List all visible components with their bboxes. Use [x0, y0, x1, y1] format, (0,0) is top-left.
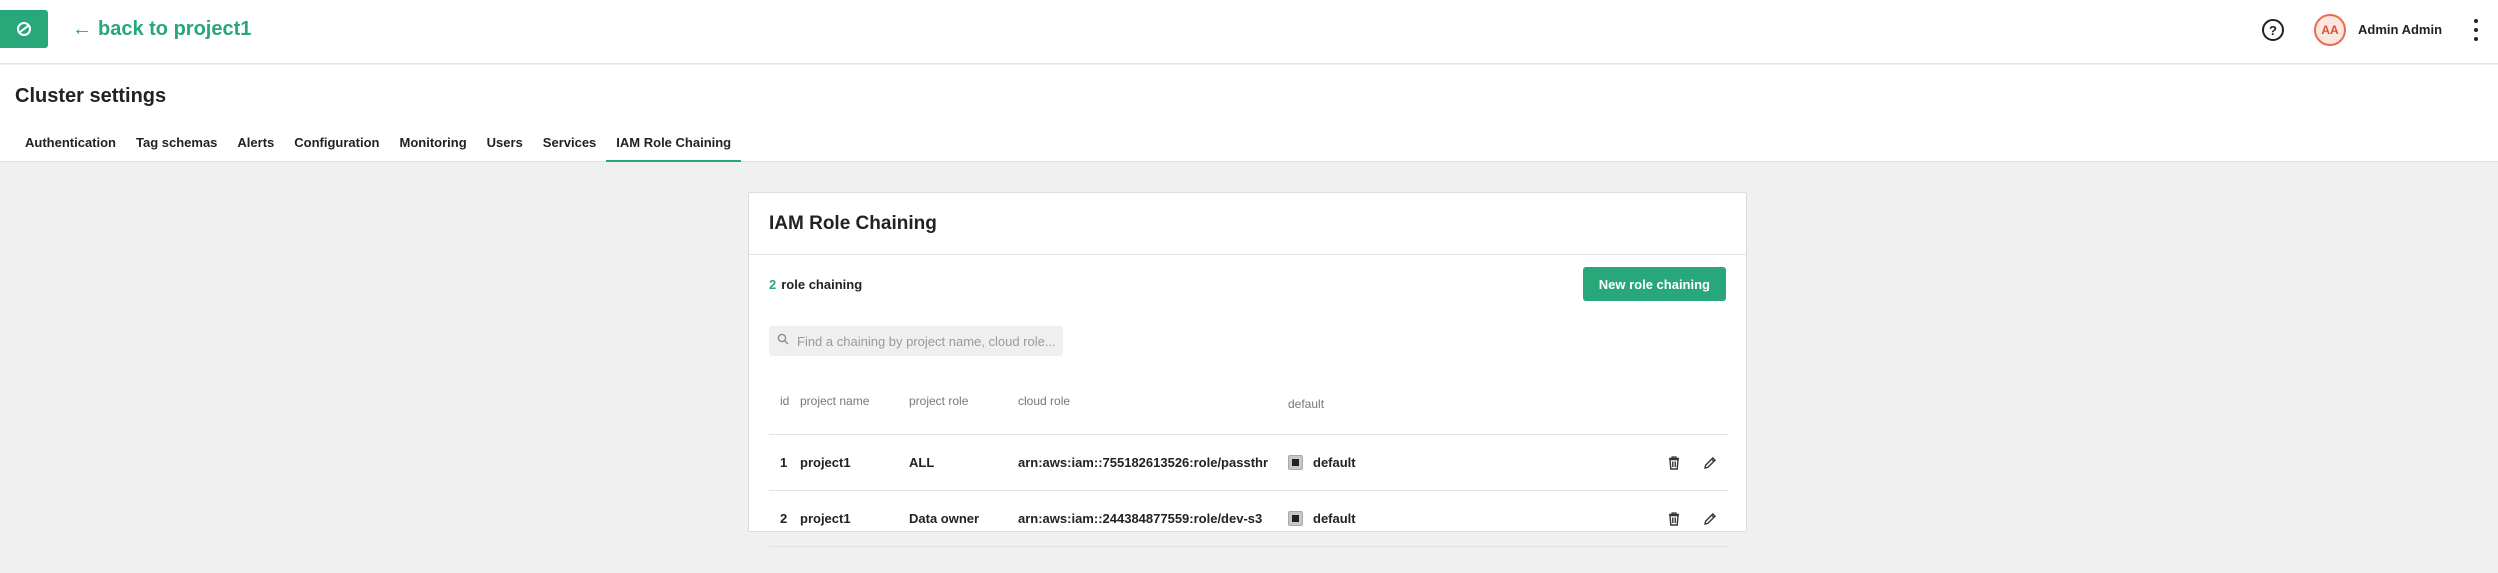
avatar[interactable]: AA — [2314, 14, 2346, 46]
kebab-menu-icon[interactable] — [2470, 16, 2482, 44]
cell-cloud-role: arn:aws:iam::244384877559:role/dev-s3 — [1018, 511, 1263, 526]
cell-project-role: Data owner — [909, 511, 980, 526]
search-box — [769, 326, 1063, 356]
column-header-id[interactable]: id — [769, 394, 800, 414]
back-arrow-icon: ← — [72, 18, 92, 40]
page-title: Cluster settings — [15, 85, 167, 107]
table-header: id project name project role cloud role … — [769, 394, 1728, 435]
default-label: default — [1313, 455, 1356, 470]
tab-tag-schemas[interactable]: Tag schemas — [126, 123, 227, 162]
tab-alerts[interactable]: Alerts — [227, 123, 284, 162]
cell-default: default — [1288, 455, 1648, 470]
row-actions — [1648, 511, 1728, 527]
role-chaining-count: 2 role chaining — [769, 277, 862, 292]
back-to-project-link[interactable]: ← back to project1 — [72, 16, 251, 42]
cell-project-role: ALL — [909, 455, 935, 470]
user-name[interactable]: Admin Admin — [2358, 22, 2442, 37]
cell-id: 1 — [780, 455, 788, 470]
cell-id: 2 — [780, 511, 788, 526]
default-checkbox[interactable] — [1288, 455, 1303, 470]
back-link-label: back to project1 — [98, 18, 252, 40]
default-checkbox[interactable] — [1288, 511, 1303, 526]
cell-cloud-role: arn:aws:iam::755182613526:role/passthr — [1018, 455, 1269, 470]
tab-authentication[interactable]: Authentication — [15, 123, 126, 162]
cell-default: default — [1288, 511, 1648, 526]
trash-icon[interactable] — [1666, 455, 1682, 471]
column-header-cloud-role[interactable]: cloud role — [1018, 394, 1288, 414]
table-row: 2 project1 Data owner arn:aws:iam::24438… — [769, 491, 1728, 547]
tab-users[interactable]: Users — [477, 123, 533, 162]
column-header-project-role[interactable]: project role — [909, 394, 1018, 414]
count-label: role chaining — [781, 276, 863, 292]
card-header: IAM Role Chaining — [749, 193, 1746, 255]
column-header-actions — [1648, 394, 1728, 414]
column-header-project-name[interactable]: project name — [800, 394, 909, 414]
pencil-icon[interactable] — [1702, 455, 1718, 471]
search-input[interactable] — [797, 333, 1059, 349]
pencil-icon[interactable] — [1702, 511, 1718, 527]
summary-row: 2 role chaining New role chaining — [769, 267, 1726, 301]
trash-icon[interactable] — [1666, 511, 1682, 527]
tab-iam-role-chaining[interactable]: IAM Role Chaining — [606, 123, 741, 162]
settings-tabs: Authentication Tag schemas Alerts Config… — [15, 123, 741, 162]
card-title: IAM Role Chaining — [769, 212, 937, 234]
default-label: default — [1313, 511, 1356, 526]
tab-monitoring[interactable]: Monitoring — [390, 123, 477, 162]
table-row: 1 project1 ALL arn:aws:iam::755182613526… — [769, 435, 1728, 491]
logo-icon[interactable] — [0, 10, 48, 48]
cell-project-name: project1 — [800, 511, 851, 526]
new-role-chaining-button[interactable]: New role chaining — [1582, 267, 1726, 301]
help-icon[interactable]: ? — [2262, 19, 2284, 41]
tab-services[interactable]: Services — [533, 123, 607, 162]
search-icon — [777, 332, 789, 350]
top-bar: ← back to project1 ? AA Admin Admin — [0, 0, 2498, 64]
row-actions — [1648, 455, 1728, 471]
tab-configuration[interactable]: Configuration — [284, 123, 389, 162]
role-chaining-table: id project name project role cloud role … — [769, 394, 1728, 547]
cell-project-name: project1 — [800, 455, 851, 470]
settings-header: Cluster settings Authentication Tag sche… — [0, 65, 2498, 162]
count-number: 2 — [769, 276, 777, 292]
iam-role-chaining-card: IAM Role Chaining 2 role chaining New ro… — [748, 192, 1747, 547]
column-header-default[interactable]: default — [1288, 394, 1648, 414]
